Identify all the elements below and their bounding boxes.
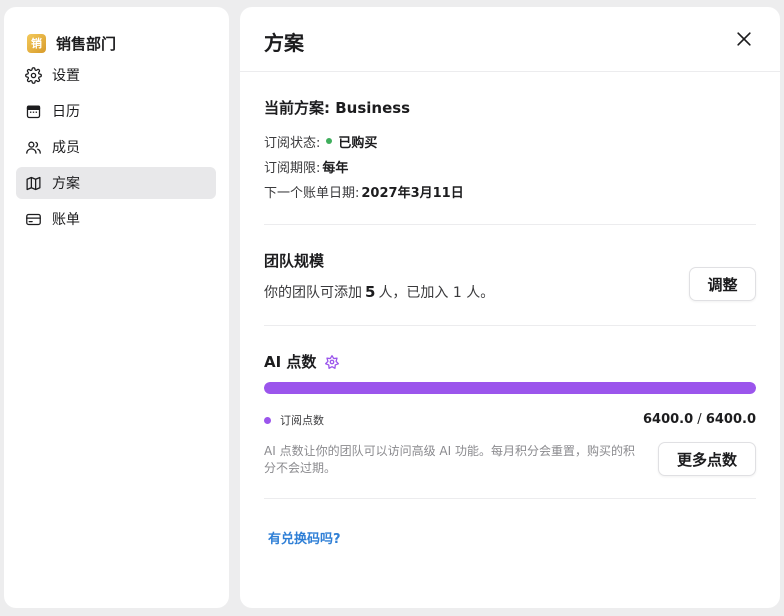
- status-badge: 已购买: [338, 135, 378, 151]
- ai-credits-progress: [264, 382, 756, 394]
- ai-credits-title-text: AI 点数: [264, 353, 317, 371]
- ai-credits-desc: AI 点数让你的团队可以访问高级 AI 功能。每月积分会重置，购买的积分不会过期…: [264, 444, 635, 475]
- sidebar: 销 销售部门 设置 日历 成员 方案 账单: [4, 7, 229, 608]
- credits-used: 6400.0: [643, 412, 694, 427]
- org-logo: 销: [27, 33, 46, 53]
- subscription-period-row: 订阅期限: 每年: [264, 158, 756, 176]
- more-credits-button[interactable]: 更多点数: [658, 442, 756, 476]
- next-bill-row: 下一个账单日期: 2027年3月11日: [264, 183, 756, 201]
- subscription-status-row: 订阅状态: 已购买: [264, 133, 756, 151]
- next-bill-label: 下一个账单日期:: [264, 185, 360, 201]
- status-dot: [326, 138, 333, 144]
- calendar-icon: [26, 105, 41, 118]
- sidebar-item-billing[interactable]: 账单: [16, 203, 216, 235]
- team-size-title: 团队规模: [264, 252, 325, 270]
- close-icon[interactable]: [734, 29, 754, 49]
- org-header[interactable]: 销 销售部门: [27, 32, 116, 54]
- sidebar-item-members[interactable]: 成员: [16, 131, 216, 163]
- team-desc-suffix: 人，已加入 1 人。: [378, 285, 495, 301]
- panel-header: 方案: [240, 7, 780, 72]
- sidebar-item-calendar[interactable]: 日历: [16, 95, 216, 127]
- users-icon: [26, 141, 41, 154]
- sidebar-item-label: 日历: [52, 104, 80, 120]
- legend-label: 订阅点数: [280, 414, 324, 427]
- ai-credits-progress-fill: [264, 382, 756, 394]
- team-limit: 5: [365, 283, 376, 301]
- legend-dot: [264, 416, 271, 424]
- plan-panel: 方案 当前方案: Business 订阅状态: 已购买 订阅期限: 每年 下一个…: [240, 7, 780, 608]
- current-plan: 当前方案: Business: [264, 99, 411, 117]
- sidebar-item-plan[interactable]: 方案: [16, 167, 216, 199]
- team-size-desc: 你的团队可添加 5 人，已加入 1 人。: [264, 282, 494, 302]
- status-label: 订阅状态:: [264, 135, 321, 151]
- team-size-section: 团队规模 你的团队可添加 5 人，已加入 1 人。 调整: [264, 225, 756, 325]
- map-icon: [26, 176, 41, 190]
- adjust-button[interactable]: 调整: [689, 267, 756, 301]
- ai-credits-section: AI 点数 订阅点数 6400.0 / 6400.0 AI 点数让你的团队可以访…: [264, 326, 756, 498]
- next-bill-value: 2027年3月11日: [361, 185, 464, 201]
- sidebar-item-label: 方案: [52, 176, 80, 192]
- plan-content: 当前方案: Business 订阅状态: 已购买 订阅期限: 每年 下一个账单日…: [264, 72, 756, 547]
- sidebar-item-label: 成员: [52, 140, 80, 156]
- credits-total: 6400.0: [705, 412, 756, 427]
- redeem-code-link[interactable]: 有兑换码吗?: [268, 528, 756, 547]
- page-title: 方案: [264, 31, 304, 55]
- credits-separator: /: [693, 412, 706, 427]
- sparkle-flower-icon: [325, 354, 340, 369]
- sidebar-item-settings[interactable]: 设置: [16, 59, 216, 91]
- ai-credits-legend: 订阅点数: [264, 412, 324, 428]
- ai-credits-title: AI 点数: [264, 351, 340, 372]
- period-value: 每年: [322, 160, 349, 176]
- sidebar-item-label: 账单: [52, 212, 80, 228]
- period-label: 订阅期限:: [264, 160, 321, 176]
- sidebar-nav: 设置 日历 成员 方案 账单: [16, 59, 216, 239]
- divider: [264, 498, 756, 499]
- team-desc-prefix: 你的团队可添加: [264, 285, 362, 301]
- credit-card-icon: [26, 213, 41, 225]
- ai-credits-count: 6400.0 / 6400.0: [643, 412, 756, 427]
- org-name: 销售部门: [56, 34, 117, 53]
- sidebar-item-label: 设置: [52, 68, 80, 84]
- gear-icon: [25, 66, 42, 84]
